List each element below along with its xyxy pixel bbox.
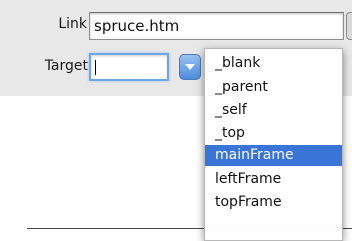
- link-input[interactable]: spruce.htm: [89, 12, 344, 40]
- chevron-down-icon: [185, 64, 195, 70]
- menu-item-mainframe[interactable]: mainFrame: [205, 145, 342, 166]
- target-dropdown-button[interactable]: [179, 54, 201, 80]
- menu-item-parent[interactable]: _parent: [205, 77, 342, 98]
- target-dropdown-menu: _blank _parent _self _top mainFrame left…: [204, 48, 343, 241]
- menu-item-leftframe[interactable]: leftFrame: [205, 169, 342, 190]
- target-input[interactable]: [89, 53, 169, 81]
- menu-item-self[interactable]: _self: [205, 100, 342, 121]
- link-browse-button[interactable]: [346, 12, 352, 40]
- menu-item-top[interactable]: _top: [205, 123, 342, 144]
- menu-item-topframe[interactable]: topFrame: [205, 192, 342, 213]
- menu-item-blank[interactable]: _blank: [205, 53, 342, 74]
- target-label: Target: [44, 58, 88, 74]
- text-caret: [95, 60, 96, 75]
- link-label: Link: [58, 16, 87, 32]
